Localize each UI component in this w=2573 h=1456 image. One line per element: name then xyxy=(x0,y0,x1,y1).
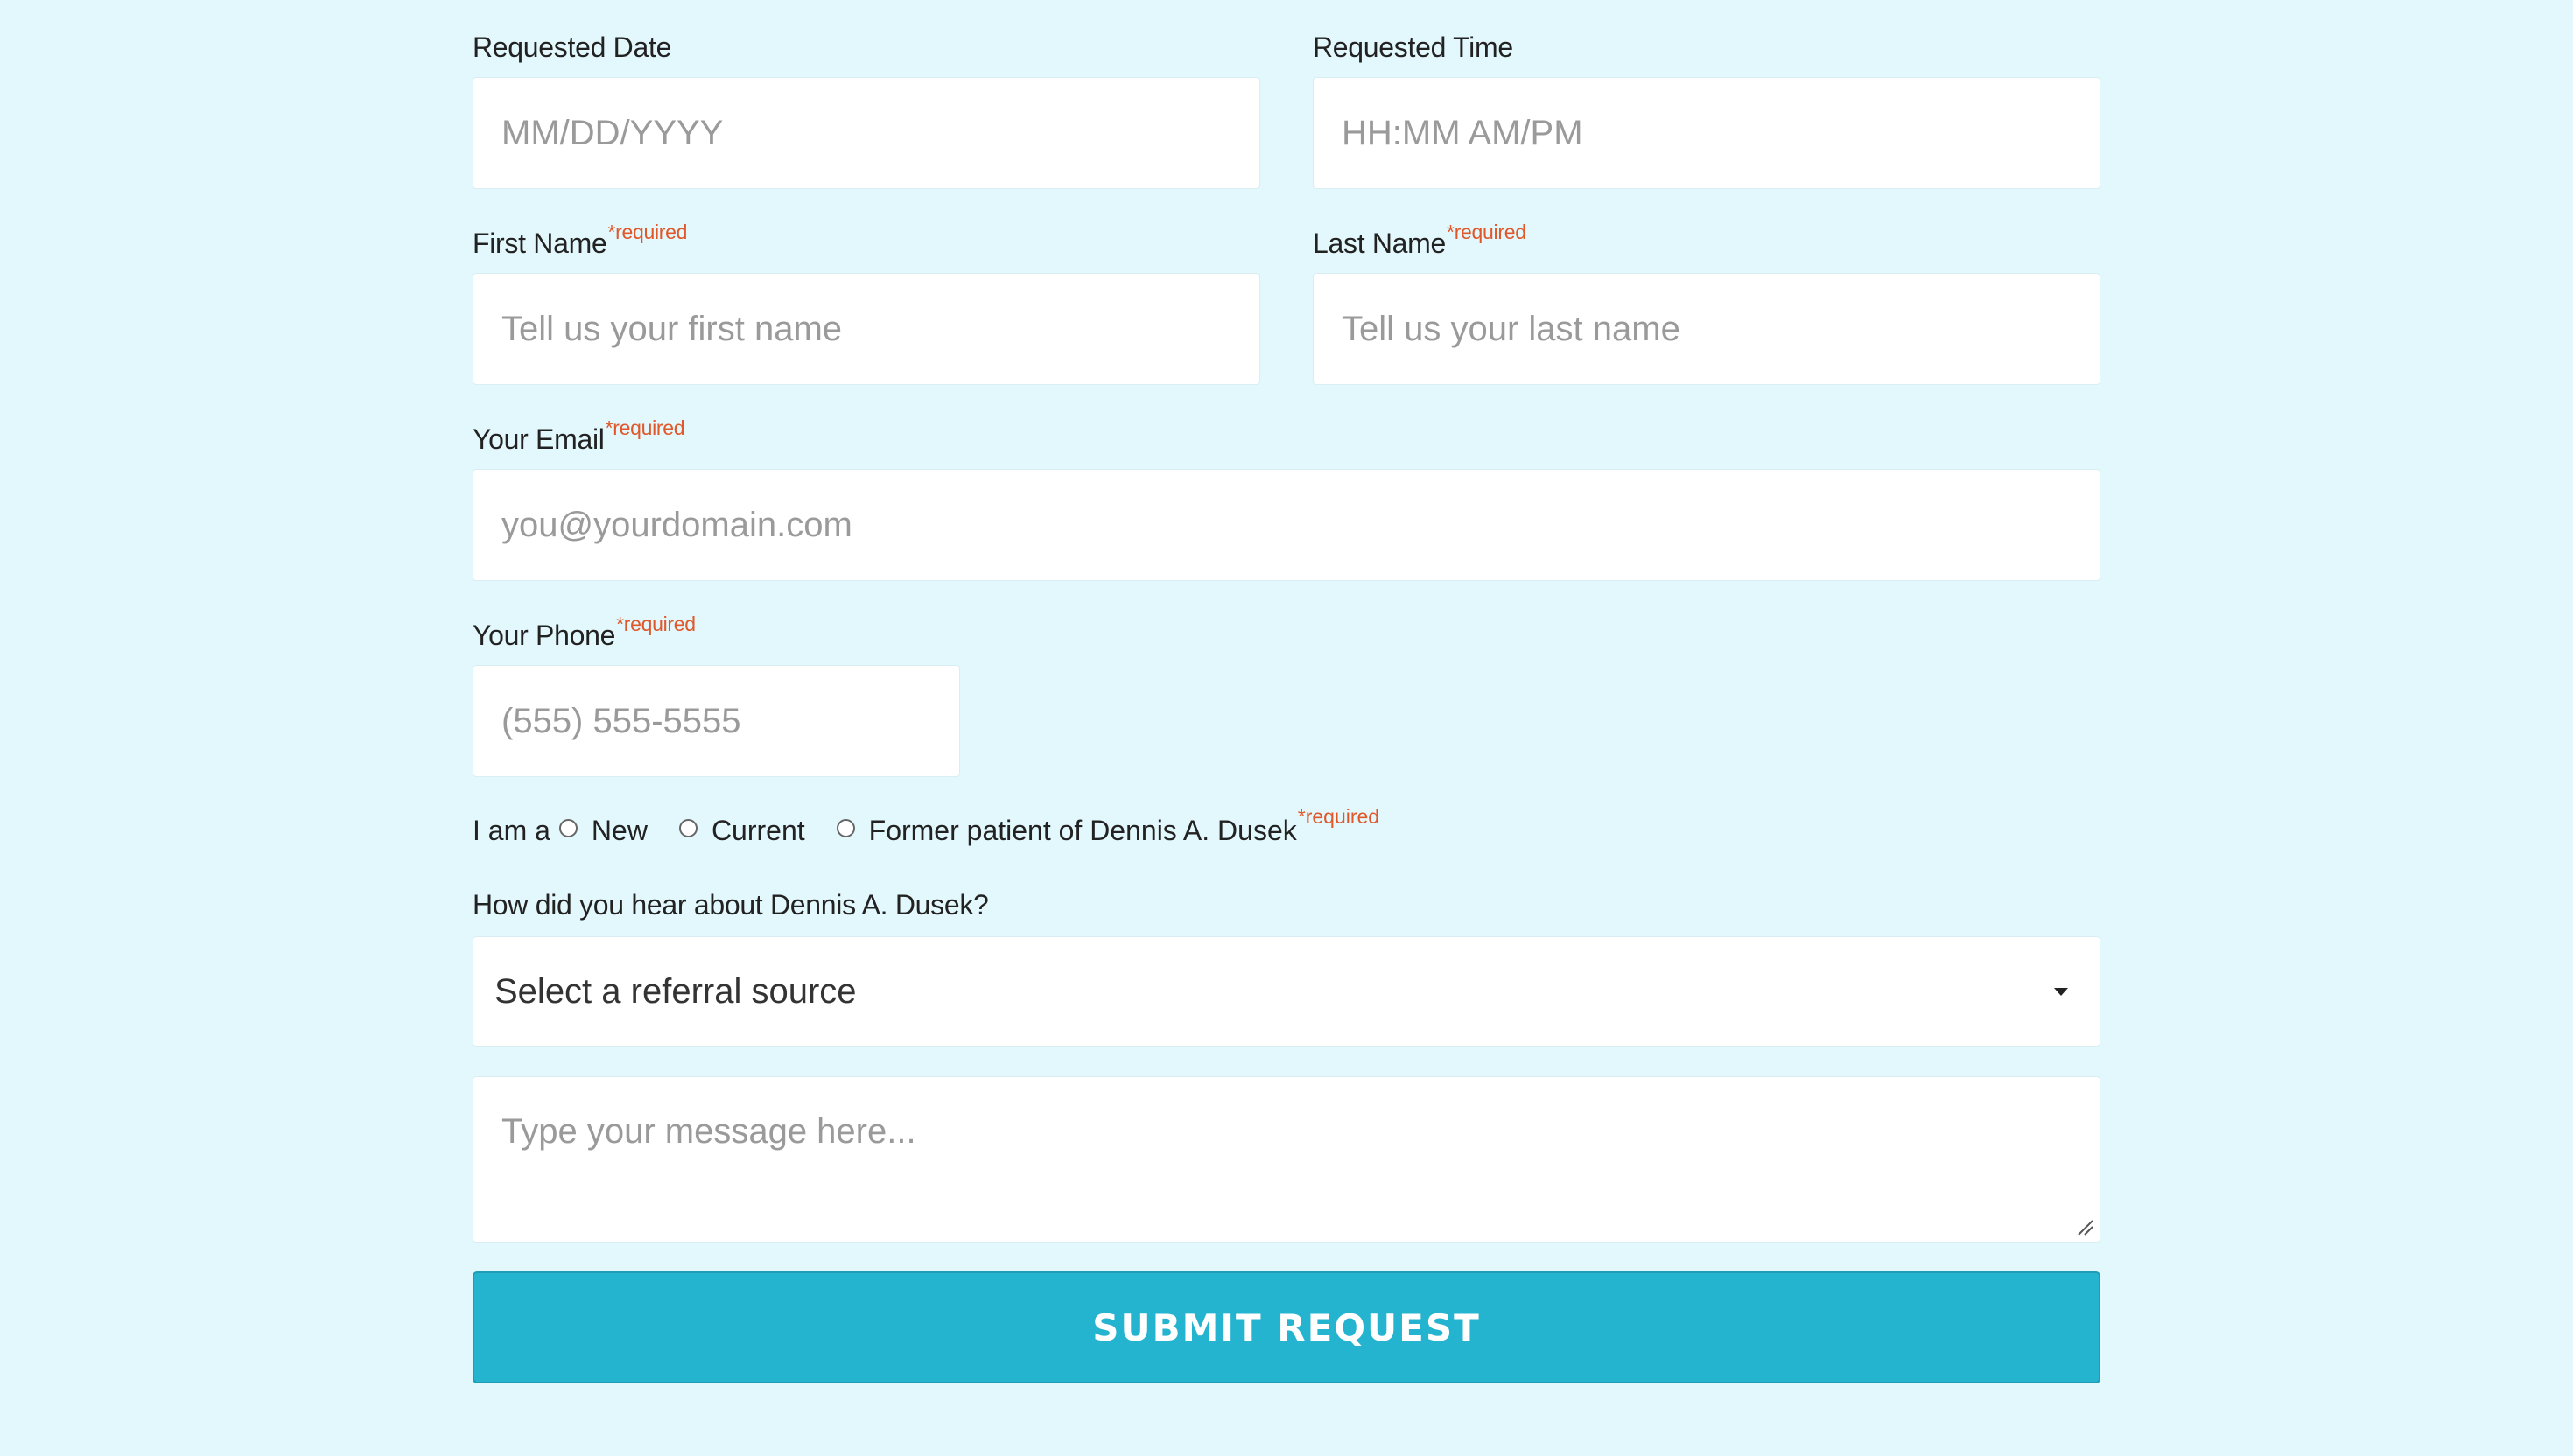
radio-label-new: New xyxy=(591,814,648,846)
required-marker: *required xyxy=(1297,804,1380,828)
requested-date-input[interactable]: MM/DD/YYYY xyxy=(473,77,1260,189)
required-marker: *required xyxy=(616,612,696,635)
requested-date-label: Requested Date xyxy=(473,32,672,63)
requested-time-label: Requested Time xyxy=(1313,32,1513,63)
required-marker: *required xyxy=(607,220,688,243)
message-placeholder: Type your message here... xyxy=(501,1112,916,1151)
required-marker: *required xyxy=(605,416,685,439)
required-marker: *required xyxy=(1447,220,1526,243)
chevron-down-icon xyxy=(2054,988,2068,996)
first-name-label: First Name*required xyxy=(473,220,688,259)
message-textarea[interactable]: Type your message here... xyxy=(473,1076,2100,1242)
requested-time-input[interactable]: HH:MM AM/PM xyxy=(1313,77,2100,189)
radio-label-current: Current xyxy=(711,814,805,846)
resize-grip-icon[interactable] xyxy=(2075,1217,2094,1236)
phone-input[interactable]: (555) 555-5555 xyxy=(473,665,960,777)
radio-label-former: Former patient of Dennis A. Dusek xyxy=(868,814,1297,846)
last-name-input[interactable]: Tell us your last name xyxy=(1313,273,2100,385)
referral-select[interactable]: Select a referral source xyxy=(473,936,2100,1046)
referral-label: How did you hear about Dennis A. Dusek? xyxy=(473,889,989,920)
patient-status-prefix: I am a xyxy=(473,814,550,846)
referral-selected-value: Select a referral source xyxy=(494,971,857,1011)
radio-new[interactable] xyxy=(558,818,578,837)
patient-status-group: I am a New Current Former patient of Den… xyxy=(473,804,1380,852)
phone-label: Your Phone*required xyxy=(473,612,696,651)
radio-current[interactable] xyxy=(678,818,698,837)
radio-former[interactable] xyxy=(836,818,855,837)
first-name-input[interactable]: Tell us your first name xyxy=(473,273,1260,385)
last-name-label: Last Name*required xyxy=(1313,220,1526,259)
submit-request-button[interactable]: SUBMIT REQUEST xyxy=(473,1271,2100,1383)
email-input[interactable]: you@yourdomain.com xyxy=(473,469,2100,581)
email-label: Your Email*required xyxy=(473,416,685,455)
